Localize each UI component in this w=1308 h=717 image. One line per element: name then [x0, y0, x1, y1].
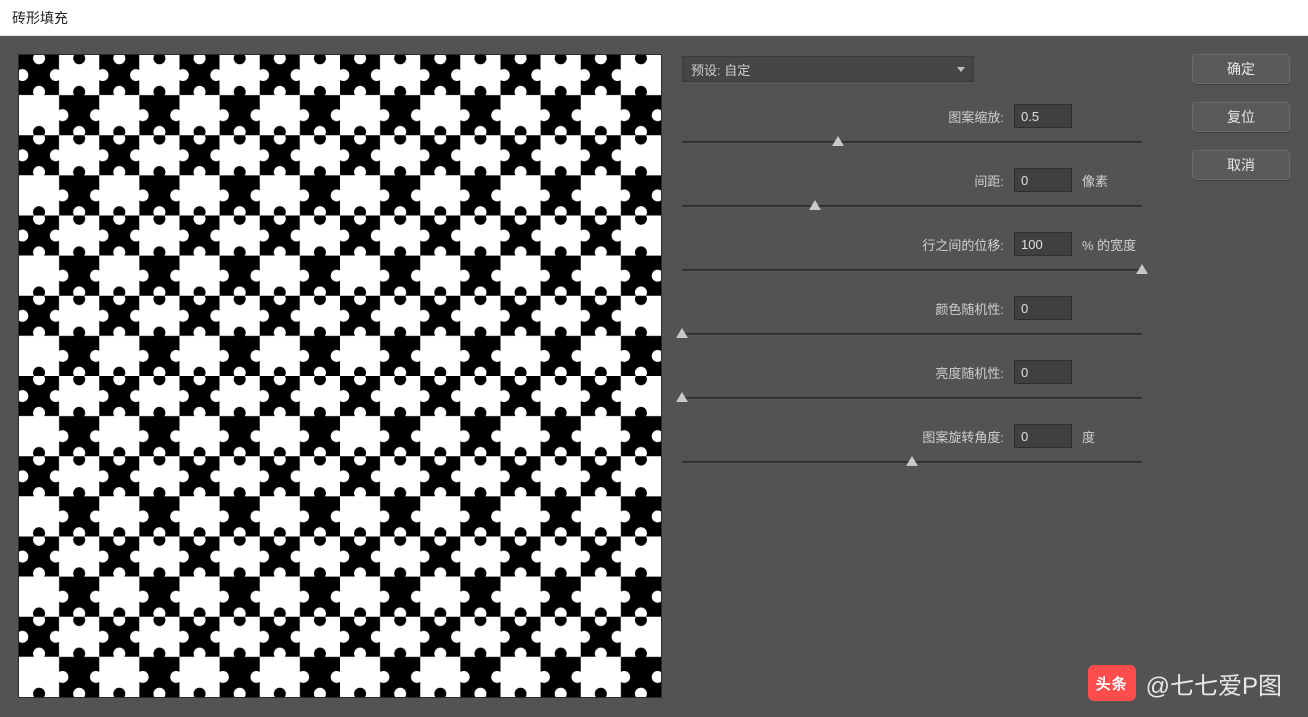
cancel-button[interactable]: 取消 — [1192, 150, 1290, 180]
preset-select-text: 预设: 自定 — [691, 60, 750, 79]
slider-thumb-icon[interactable] — [832, 136, 844, 146]
param-gap: 间距: 像素 — [682, 168, 1142, 214]
param-shift: 行之间的位移: % 的宽度 — [682, 232, 1142, 278]
color-random-slider[interactable] — [682, 326, 1142, 342]
scale-slider[interactable] — [682, 134, 1142, 150]
slider-thumb-icon[interactable] — [676, 392, 688, 402]
shift-slider[interactable] — [682, 262, 1142, 278]
preset-select[interactable]: 预设: 自定 — [682, 56, 974, 82]
shift-input[interactable] — [1014, 232, 1072, 256]
chevron-down-icon — [957, 67, 965, 72]
ok-button[interactable]: 确定 — [1192, 54, 1290, 84]
color-random-label: 颜色随机性: — [935, 299, 1004, 318]
slider-thumb-icon[interactable] — [1136, 264, 1148, 274]
reset-button[interactable]: 复位 — [1192, 102, 1290, 132]
gap-label: 间距: — [974, 171, 1004, 190]
dialog-body: 预设: 自定 图案缩放: 间距: 像素 — [0, 36, 1308, 717]
shift-label: 行之间的位移: — [922, 235, 1004, 254]
gap-input[interactable] — [1014, 168, 1072, 192]
pattern-preview — [18, 54, 662, 698]
rotation-input[interactable] — [1014, 424, 1072, 448]
rotation-unit: 度 — [1082, 427, 1142, 446]
light-random-label: 亮度随机性: — [935, 363, 1004, 382]
rotation-slider[interactable] — [682, 454, 1142, 470]
color-random-input[interactable] — [1014, 296, 1072, 320]
scale-input[interactable] — [1014, 104, 1072, 128]
gap-slider[interactable] — [682, 198, 1142, 214]
slider-thumb-icon[interactable] — [906, 456, 918, 466]
scale-label: 图案缩放: — [948, 107, 1004, 126]
slider-thumb-icon[interactable] — [809, 200, 821, 210]
dialog-buttons: 确定 复位 取消 — [1192, 54, 1290, 180]
rotation-label: 图案旋转角度: — [922, 427, 1004, 446]
param-scale: 图案缩放: — [682, 104, 1142, 150]
param-color-random: 颜色随机性: — [682, 296, 1142, 342]
shift-unit: % 的宽度 — [1082, 235, 1142, 254]
gap-unit: 像素 — [1082, 171, 1142, 190]
light-random-slider[interactable] — [682, 390, 1142, 406]
param-light-random: 亮度随机性: — [682, 360, 1142, 406]
param-rotation: 图案旋转角度: 度 — [682, 424, 1142, 470]
slider-thumb-icon[interactable] — [676, 328, 688, 338]
light-random-input[interactable] — [1014, 360, 1072, 384]
dialog-title: 砖形填充 — [0, 0, 1308, 36]
